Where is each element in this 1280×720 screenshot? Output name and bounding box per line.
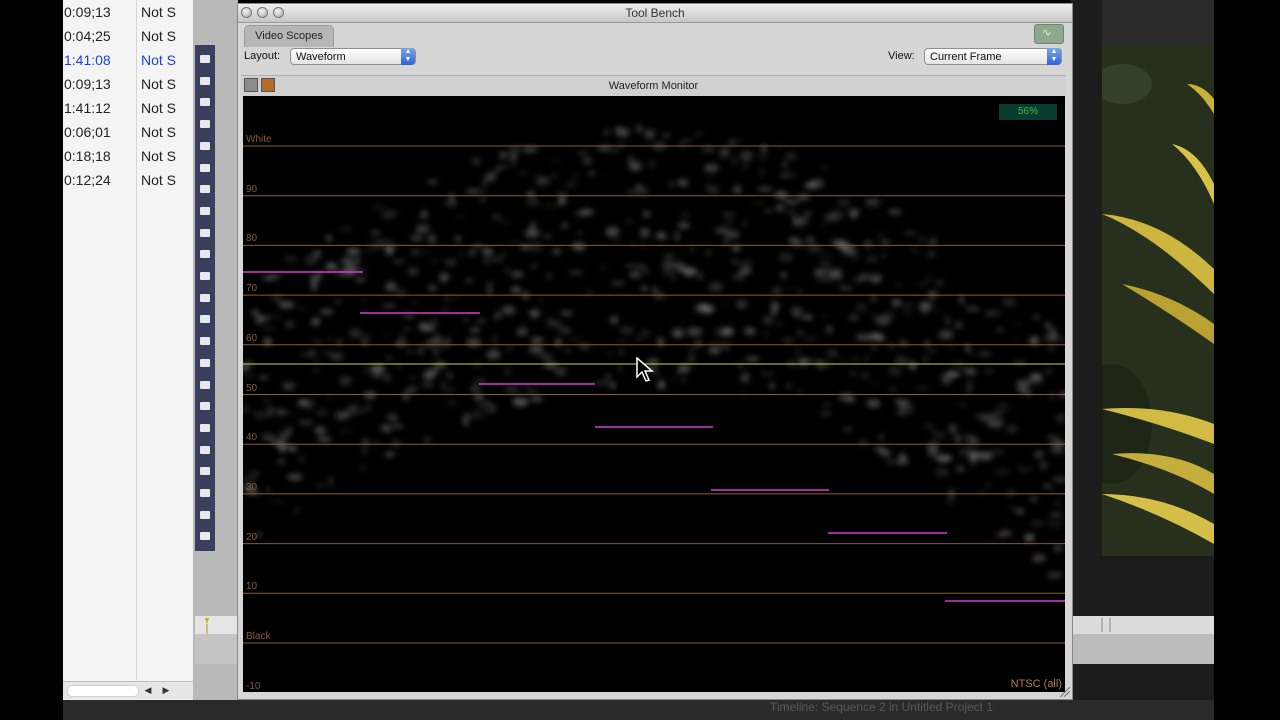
sprocket-hole <box>200 293 210 302</box>
row-duration: 0:06;01 <box>64 124 111 140</box>
scale-label: 40 <box>246 432 258 444</box>
row-duration: 0:04;25 <box>64 28 111 44</box>
viewer-frame-image <box>1102 44 1214 556</box>
row-status: Not S <box>141 28 177 44</box>
row-status: Not S <box>141 172 177 188</box>
ntsc-label: NTSC (all) <box>1010 678 1062 690</box>
sprocket-hole <box>200 402 210 411</box>
sprocket-hole <box>200 141 210 150</box>
scroll-track[interactable] <box>67 685 139 697</box>
timeline-ruler-right[interactable] <box>1070 616 1214 634</box>
popup-arrows-icon: ▲ ▼ <box>1047 48 1061 65</box>
resize-grip-icon[interactable] <box>1060 687 1070 697</box>
browser-row[interactable]: 0:04;25 Not S <box>63 24 193 48</box>
sprocket-hole <box>200 98 210 107</box>
timeline-track-right <box>1070 634 1214 664</box>
scale-label: 90 <box>246 183 258 195</box>
sprocket-hole <box>200 358 210 367</box>
scale-label: 60 <box>246 332 258 344</box>
sprocket-hole <box>200 315 210 324</box>
scope-header: Waveform Monitor <box>241 75 1066 96</box>
sprocket-hole <box>200 76 210 85</box>
browser-row[interactable]: 1:41:08 Not S <box>63 48 193 72</box>
sprocket-hole <box>200 206 210 215</box>
scale-label: 80 <box>246 233 258 245</box>
view-select-value: Current Frame <box>930 51 1002 63</box>
browser-panel: 0:09;13 Not S 0:04;25 Not S 1:41:08 Not S 0:09… <box>63 0 193 700</box>
browser-row[interactable]: 0:12;24 Not S <box>63 168 193 192</box>
row-duration: 1:41:08 <box>64 52 111 68</box>
view-select[interactable]: Current Frame ▲ ▼ <box>924 48 1062 65</box>
status-bar <box>63 700 1214 720</box>
sprocket-hole <box>200 445 210 454</box>
browser-row[interactable]: 0:09;13 Not S <box>63 72 193 96</box>
tab-options-button[interactable]: ∿ <box>1034 24 1064 44</box>
film-sprocket-strip <box>195 45 215 551</box>
timeline-track-left <box>195 634 240 664</box>
row-status: Not S <box>141 4 177 20</box>
close-button[interactable] <box>241 7 252 18</box>
row-duration: 1:41:12 <box>64 100 111 116</box>
row-status: Not S <box>141 100 177 116</box>
sprocket-hole <box>200 272 210 280</box>
browser-row[interactable]: 1:41:12 Not S <box>63 96 193 120</box>
row-duration: 0:12;24 <box>64 172 111 188</box>
scale-label: 50 <box>246 382 258 394</box>
scope-title: Waveform Monitor <box>608 80 699 92</box>
window-title: Tool Bench <box>625 6 685 20</box>
row-status: Not S <box>141 52 177 68</box>
layout-select[interactable]: Waveform ▲ ▼ <box>290 48 416 65</box>
scale-label: 10 <box>246 581 258 593</box>
sprocket-hole <box>200 380 210 389</box>
minimize-button[interactable] <box>257 7 268 18</box>
timeline-status-text: Timeline: Sequence 2 in Untitled Project… <box>770 700 994 714</box>
sprocket-hole <box>200 250 210 259</box>
row-status: Not S <box>141 124 177 140</box>
row-duration: 0:09;13 <box>64 76 111 92</box>
browser-scrollbar[interactable]: ◀ ▶ <box>63 681 193 699</box>
percent-badge: 56% <box>999 104 1057 120</box>
sprocket-hole <box>200 510 210 519</box>
layout-label: Layout: <box>244 50 281 62</box>
zoom-button[interactable] <box>273 7 284 18</box>
mouse-cursor-icon <box>636 357 654 382</box>
tab-video-scopes[interactable]: Video Scopes <box>244 25 334 47</box>
waveform-monitor[interactable]: White 90 80 70 60 50 40 30 20 10 Black -10 56% NTSC… <box>243 96 1065 692</box>
scroll-left-arrow[interactable]: ◀ <box>139 682 157 699</box>
scale-label: 20 <box>246 531 258 543</box>
sprocket-hole <box>200 120 210 129</box>
sprocket-hole <box>200 467 210 476</box>
browser-row[interactable]: 0:06;01 Not S <box>63 120 193 144</box>
popup-arrows-icon: ▲ ▼ <box>401 48 415 65</box>
viewer-header <box>1102 0 1214 44</box>
scale-label: 70 <box>246 283 258 295</box>
sprocket-hole <box>200 55 210 63</box>
scroll-right-arrow[interactable]: ▶ <box>157 682 175 699</box>
layout-select-value: Waveform <box>296 51 346 63</box>
browser-row[interactable]: 0:18;18 Not S <box>63 144 193 168</box>
sprocket-hole <box>200 423 210 432</box>
sprocket-hole <box>200 163 210 172</box>
sprocket-hole <box>200 185 210 194</box>
scale-label: -10 <box>246 681 261 692</box>
row-status: Not S <box>141 76 177 92</box>
window-titlebar[interactable]: Tool Bench <box>238 4 1072 23</box>
sprocket-hole <box>200 337 210 346</box>
sprocket-hole <box>200 228 210 237</box>
sprocket-hole <box>200 489 210 497</box>
row-status: Not S <box>141 148 177 164</box>
sprocket-hole <box>200 532 210 541</box>
timeline-ruler-left[interactable] <box>195 616 240 634</box>
scale-label: Black <box>246 631 271 642</box>
tool-bench-window: Tool Bench Video Scopes ∿ Layout: Wavefo… <box>237 3 1073 700</box>
scale-label: White <box>246 134 272 145</box>
view-label: View: <box>888 50 915 62</box>
waveform-mini-icon: ∿ <box>1042 27 1052 39</box>
browser-row[interactable]: 0:09;13 Not S <box>63 0 193 24</box>
scale-label: 30 <box>246 481 258 493</box>
row-duration: 0:18;18 <box>64 148 111 164</box>
row-duration: 0:09;13 <box>64 4 111 20</box>
